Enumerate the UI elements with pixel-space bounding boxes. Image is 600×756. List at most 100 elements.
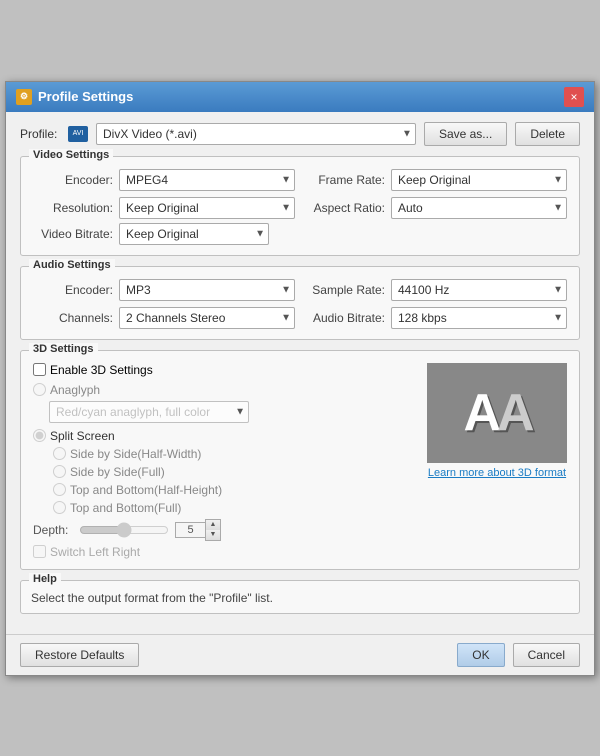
video-settings-grid: Encoder: MPEG4H.264H.265 ▼ Frame Rate: K… xyxy=(33,169,567,219)
depth-row: Depth: ▲ ▼ xyxy=(33,519,417,541)
channels-select-wrap: 2 Channels Stereo1 Channel Mono ▼ xyxy=(119,307,295,329)
top-bottom-full-radio[interactable] xyxy=(53,501,66,514)
learn-more-link[interactable]: Learn more about 3D format xyxy=(428,467,566,479)
help-title: Help xyxy=(29,573,61,585)
switch-left-right-row: Switch Left Right xyxy=(33,545,417,559)
video-bitrate-select-wrap: Keep Original1000 kbps2000 kbps ▼ xyxy=(119,223,269,245)
enable-3d-label[interactable]: Enable 3D Settings xyxy=(50,363,153,377)
delete-button[interactable]: Delete xyxy=(515,122,580,146)
3d-settings-section: 3D Settings Enable 3D Settings Anaglyph xyxy=(20,350,580,570)
depth-up-button[interactable]: ▲ xyxy=(206,520,220,530)
encoder-row: Encoder: MPEG4H.264H.265 ▼ xyxy=(33,169,295,191)
footer: Restore Defaults OK Cancel xyxy=(6,634,594,675)
help-section: Help Select the output format from the "… xyxy=(20,580,580,614)
audio-bitrate-label: Audio Bitrate: xyxy=(305,311,385,325)
restore-defaults-button[interactable]: Restore Defaults xyxy=(20,643,139,667)
side-by-side-full-label[interactable]: Side by Side(Full) xyxy=(70,465,165,479)
profile-icon-text: AVI xyxy=(73,130,84,137)
aa-left-char: A xyxy=(463,384,497,442)
cancel-button[interactable]: Cancel xyxy=(513,643,580,667)
frame-rate-select-wrap: Keep Original23.972529.9730 ▼ xyxy=(391,169,567,191)
top-bottom-half-row: Top and Bottom(Half-Height) xyxy=(53,483,417,497)
video-bitrate-select[interactable]: Keep Original1000 kbps2000 kbps xyxy=(119,223,269,245)
audio-settings-title: Audio Settings xyxy=(29,259,115,271)
3d-settings-title: 3D Settings xyxy=(29,343,98,355)
depth-spinner-buttons: ▲ ▼ xyxy=(205,519,221,541)
audio-encoder-select[interactable]: MP3AACAC3 xyxy=(119,279,295,301)
aa-preview-text: AA xyxy=(463,383,530,443)
ok-button[interactable]: OK xyxy=(457,643,504,667)
resolution-select[interactable]: Keep Original1920x10801280x720 xyxy=(119,197,295,219)
profile-select[interactable]: DivX Video (*.avi) MP4 Video (*.mp4) MKV… xyxy=(96,123,416,145)
audio-settings-section: Audio Settings Encoder: MP3AACAC3 ▼ Samp… xyxy=(20,266,580,340)
anaglyph-type-select[interactable]: Red/cyan anaglyph, full color xyxy=(49,401,249,423)
frame-rate-label: Frame Rate: xyxy=(305,173,385,187)
top-bottom-half-radio[interactable] xyxy=(53,483,66,496)
top-bottom-half-label[interactable]: Top and Bottom(Half-Height) xyxy=(70,483,222,497)
app-icon: ⚙ xyxy=(16,89,32,105)
audio-bitrate-select-wrap: 128 kbps192 kbps256 kbps ▼ xyxy=(391,307,567,329)
switch-left-right-label[interactable]: Switch Left Right xyxy=(50,545,140,559)
top-bottom-full-row: Top and Bottom(Full) xyxy=(53,501,417,515)
content-area: Profile: AVI DivX Video (*.avi) MP4 Vide… xyxy=(6,112,594,634)
top-bottom-full-label[interactable]: Top and Bottom(Full) xyxy=(70,501,181,515)
save-as-button[interactable]: Save as... xyxy=(424,122,507,146)
depth-down-button[interactable]: ▼ xyxy=(206,530,220,540)
side-by-side-half-label[interactable]: Side by Side(Half-Width) xyxy=(70,447,201,461)
resolution-row: Resolution: Keep Original1920x10801280x7… xyxy=(33,197,295,219)
frame-rate-select[interactable]: Keep Original23.972529.9730 xyxy=(391,169,567,191)
frame-rate-row: Frame Rate: Keep Original23.972529.9730 … xyxy=(305,169,567,191)
audio-settings-grid: Encoder: MP3AACAC3 ▼ Sample Rate: 44100 … xyxy=(33,279,567,329)
aa-right-char: A xyxy=(497,384,531,442)
anaglyph-radio[interactable] xyxy=(33,383,46,396)
split-screen-radio[interactable] xyxy=(33,429,46,442)
enable-3d-row: Enable 3D Settings xyxy=(33,363,417,377)
profile-label: Profile: xyxy=(20,127,60,141)
split-screen-label[interactable]: Split Screen xyxy=(50,429,115,443)
switch-left-right-checkbox[interactable] xyxy=(33,545,46,558)
anaglyph-radio-row: Anaglyph xyxy=(33,383,417,397)
anaglyph-label[interactable]: Anaglyph xyxy=(50,383,100,397)
aspect-ratio-row: Aspect Ratio: Auto4:316:9 ▼ xyxy=(305,197,567,219)
encoder-select[interactable]: MPEG4H.264H.265 xyxy=(119,169,295,191)
help-text: Select the output format from the "Profi… xyxy=(31,591,569,605)
depth-input[interactable] xyxy=(175,522,205,538)
sample-rate-select-wrap: 44100 Hz48000 Hz22050 Hz ▼ xyxy=(391,279,567,301)
aspect-ratio-select[interactable]: Auto4:316:9 xyxy=(391,197,567,219)
sample-rate-label: Sample Rate: xyxy=(305,283,385,297)
sample-rate-row: Sample Rate: 44100 Hz48000 Hz22050 Hz ▼ xyxy=(305,279,567,301)
profile-format-icon: AVI xyxy=(68,126,88,142)
profile-select-wrap: DivX Video (*.avi) MP4 Video (*.mp4) MKV… xyxy=(96,123,416,145)
side-by-side-half-row: Side by Side(Half-Width) xyxy=(53,447,417,461)
dialog-window: ⚙ Profile Settings × Profile: AVI DivX V… xyxy=(5,81,595,676)
channels-select[interactable]: 2 Channels Stereo1 Channel Mono xyxy=(119,307,295,329)
audio-bitrate-row: Audio Bitrate: 128 kbps192 kbps256 kbps … xyxy=(305,307,567,329)
sample-rate-select[interactable]: 44100 Hz48000 Hz22050 Hz xyxy=(391,279,567,301)
depth-label: Depth: xyxy=(33,523,73,537)
3d-preview-right: AA Learn more about 3D format xyxy=(427,359,567,559)
side-by-side-half-radio[interactable] xyxy=(53,447,66,460)
video-settings-section: Video Settings Encoder: MPEG4H.264H.265 … xyxy=(20,156,580,256)
title-bar-left: ⚙ Profile Settings xyxy=(16,89,133,105)
depth-slider[interactable] xyxy=(79,523,169,537)
video-bitrate-label: Video Bitrate: xyxy=(33,227,113,241)
footer-right-buttons: OK Cancel xyxy=(457,643,580,667)
audio-bitrate-select[interactable]: 128 kbps192 kbps256 kbps xyxy=(391,307,567,329)
close-button[interactable]: × xyxy=(564,87,584,107)
side-by-side-full-row: Side by Side(Full) xyxy=(53,465,417,479)
resolution-select-wrap: Keep Original1920x10801280x720 ▼ xyxy=(119,197,295,219)
3d-main-content: Enable 3D Settings Anaglyph Red/cyan ana… xyxy=(33,359,567,559)
enable-3d-checkbox[interactable] xyxy=(33,363,46,376)
profile-row: Profile: AVI DivX Video (*.avi) MP4 Vide… xyxy=(20,122,580,146)
split-screen-radio-row: Split Screen xyxy=(33,429,417,443)
side-by-side-full-radio[interactable] xyxy=(53,465,66,478)
audio-encoder-select-wrap: MP3AACAC3 ▼ xyxy=(119,279,295,301)
resolution-label: Resolution: xyxy=(33,201,113,215)
3d-options-left: Enable 3D Settings Anaglyph Red/cyan ana… xyxy=(33,359,417,559)
audio-encoder-label: Encoder: xyxy=(33,283,113,297)
aspect-ratio-label: Aspect Ratio: xyxy=(305,201,385,215)
channels-row: Channels: 2 Channels Stereo1 Channel Mon… xyxy=(33,307,295,329)
video-bitrate-row: Video Bitrate: Keep Original1000 kbps200… xyxy=(33,223,567,245)
title-bar: ⚙ Profile Settings × xyxy=(6,82,594,112)
anaglyph-select-row: Red/cyan anaglyph, full color ▼ xyxy=(49,401,417,423)
